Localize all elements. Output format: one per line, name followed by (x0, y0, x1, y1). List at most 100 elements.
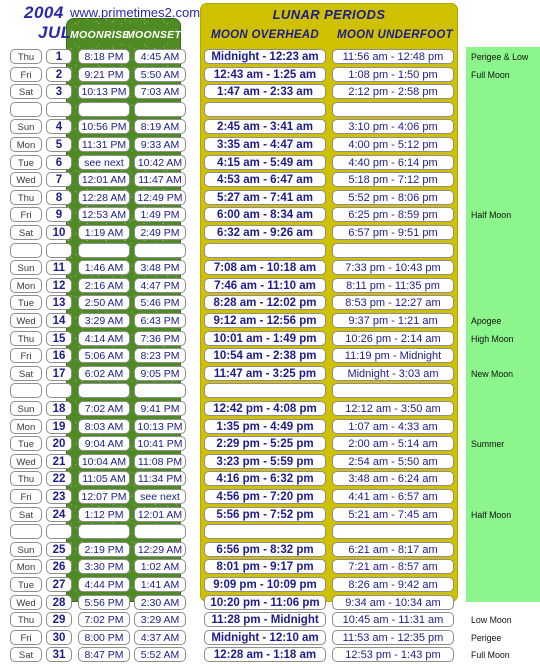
lunar-event-note: New Moon (471, 368, 514, 379)
moon-overhead-cell: 2:29 pm - 5:25 pm (204, 436, 326, 452)
moonset-time-cell: 11:34 PM (134, 471, 186, 487)
moonset-time-cell: 12:49 PM (134, 189, 186, 205)
moonset-time-cell: 11:08 PM (134, 453, 186, 469)
table-row: Thu 15 4:14 AM 7:36 PM 10:01 am - 1:49 pm 10:… (0, 330, 540, 348)
moon-overhead-cell: 6:00 am - 8:34 am (204, 207, 326, 223)
moon-overhead-cell: Midnight - 12:10 am (204, 629, 326, 645)
day-of-week-cell: Sat (10, 225, 42, 240)
table-row: Sun 18 7:02 AM 9:41 PM 12:42 pm - 4:08 pm 12:… (0, 400, 540, 418)
moonset-time-cell: 6:43 PM (134, 313, 186, 328)
moonrise-time-cell: 6:02 AM (78, 365, 130, 381)
moon-overhead-cell (204, 101, 326, 117)
moon-underfoot-cell: 3:10 pm - 4:06 pm (332, 119, 454, 135)
date-number-cell: 26 (46, 559, 72, 575)
lunar-event-note: Full Moon (471, 69, 510, 80)
table-row: Mon 19 8:03 AM 10:13 PM 1:35 pm - 4:49 pm 1:0… (0, 418, 540, 436)
moon-underfoot-cell: 6:25 pm - 8:59 pm (332, 207, 454, 223)
day-of-week-cell: Fri (10, 629, 42, 645)
moonrise-time-cell: 2:50 AM (78, 295, 130, 311)
moonset-time-cell (134, 383, 186, 399)
date-number-cell: 13 (46, 295, 72, 311)
moonset-time-cell: 10:42 AM (134, 154, 186, 170)
date-number-cell: 31 (46, 647, 72, 663)
moon-underfoot-cell: 5:52 pm - 8:06 pm (332, 189, 454, 205)
date-number-cell: 29 (46, 612, 72, 628)
date-number-cell: 18 (46, 401, 72, 416)
website-link[interactable]: www.primetimes2.com (70, 5, 200, 20)
moon-underfoot-cell: 5:21 am - 7:45 am (332, 506, 454, 522)
table-row: Fri 16 5:06 AM 8:23 PM 10:54 am - 2:38 pm 11:… (0, 347, 540, 365)
moonset-time-cell: 7:03 AM (134, 84, 186, 100)
moon-overhead-cell: 8:01 pm - 9:17 pm (204, 559, 326, 575)
day-of-week-cell: Sun (10, 119, 42, 135)
moon-underfoot-cell: 12:12 am - 3:50 am (332, 401, 454, 416)
moonset-time-cell: 9:41 PM (134, 401, 186, 416)
moonrise-time-cell: 3:30 PM (78, 559, 130, 575)
moonset-time-cell: 1:49 PM (134, 207, 186, 223)
day-of-week-cell: Mon (10, 418, 42, 434)
table-row: Wed 14 3:29 AM 6:43 PM 9:12 am - 12:56 pm 9:3… (0, 312, 540, 330)
moonrise-time-cell: 12:07 PM (78, 489, 130, 504)
date-number-cell: 8 (46, 189, 72, 205)
table-row: Sat 31 8:47 PM 5:52 AM 12:28 am - 1:18 am 12:… (0, 646, 540, 664)
day-of-week-cell: Tue (10, 577, 42, 592)
table-row: Sun 11 1:46 AM 3:48 PM 7:08 am - 10:18 am 7:3… (0, 259, 540, 277)
moon-underfoot-cell: 12:53 pm - 1:43 pm (332, 647, 454, 663)
lunar-event-note: Low Moon (471, 615, 512, 626)
day-of-week-cell: Thu (10, 49, 42, 64)
day-of-week-cell (10, 101, 42, 117)
date-number-cell: 14 (46, 313, 72, 328)
day-of-week-cell: Fri (10, 66, 42, 82)
moonset-time-cell: 8:23 PM (134, 348, 186, 364)
moon-underfoot-cell: 2:12 pm - 2:58 pm (332, 84, 454, 100)
moon-overhead-cell: 12:42 pm - 4:08 pm (204, 401, 326, 416)
table-row: Wed 28 5:56 PM 2:30 AM 10:20 pm - 11:06 pm 9:… (0, 594, 540, 612)
table-row: Sat 3 10:13 PM 7:03 AM 1:47 am - 2:33 am 2:12… (0, 83, 540, 101)
table-row: Sat 17 6:02 AM 9:05 PM 11:47 am - 3:25 pm Mid… (0, 365, 540, 383)
moonrise-time-cell: 10:56 PM (78, 119, 130, 135)
table-row: Sun 25 2:19 PM 12:29 AM 6:56 pm - 8:32 pm 6:2… (0, 541, 540, 559)
moon-overhead-cell: 10:01 am - 1:49 pm (204, 330, 326, 346)
date-number-cell: 19 (46, 418, 72, 434)
moon-underfoot-cell: 11:53 am - 12:35 pm (332, 629, 454, 645)
moonset-time-cell (134, 101, 186, 117)
moonrise-time-cell: 10:13 PM (78, 84, 130, 100)
table-row: Thu 22 11:05 AM 11:34 PM 4:16 pm - 6:32 pm 3:… (0, 470, 540, 488)
date-number-cell: 27 (46, 577, 72, 592)
date-number-cell: 24 (46, 506, 72, 522)
moonset-time-cell: 2:49 PM (134, 225, 186, 240)
date-number-cell (46, 101, 72, 117)
lunar-event-note: Summer (471, 439, 505, 450)
day-of-week-cell: Sun (10, 401, 42, 416)
table-row: Thu 29 7:02 PM 3:29 AM 11:28 pm - Midnight 10… (0, 611, 540, 629)
moonset-time-cell: 12:01 AM (134, 506, 186, 522)
moonrise-time-cell: 2:16 AM (78, 277, 130, 293)
moonrise-time-cell: 12:01 AM (78, 172, 130, 188)
week-separator-row (0, 101, 540, 119)
moon-overhead-cell: 4:15 am - 5:49 am (204, 154, 326, 170)
date-number-cell: 11 (46, 260, 72, 276)
moon-underfoot-cell: 7:33 pm - 10:43 pm (332, 260, 454, 276)
moon-overhead-cell: 9:09 pm - 10:09 pm (204, 577, 326, 592)
date-number-cell: 3 (46, 84, 72, 100)
moonset-time-cell: see next (134, 489, 186, 504)
moon-underfoot-cell: 7:21 am - 8:57 am (332, 559, 454, 575)
date-number-cell: 15 (46, 330, 72, 346)
moonrise-time-cell: 8:47 PM (78, 647, 130, 663)
moonset-time-cell: 5:52 AM (134, 647, 186, 663)
moonset-time-cell: 5:46 PM (134, 295, 186, 311)
moon-overhead-cell: 11:47 am - 3:25 pm (204, 365, 326, 381)
moon-underfoot-cell (332, 383, 454, 399)
moon-underfoot-cell (332, 524, 454, 540)
moonrise-time-cell: 9:04 AM (78, 436, 130, 452)
lunar-event-note: Full Moon (471, 650, 510, 661)
moonrise-time-cell (78, 383, 130, 399)
day-of-week-cell: Wed (10, 172, 42, 188)
moonrise-time-cell: 8:18 PM (78, 49, 130, 64)
moon-overhead-cell: 4:56 pm - 7:20 pm (204, 489, 326, 504)
date-number-cell: 12 (46, 277, 72, 293)
moonrise-time-cell: 7:02 PM (78, 612, 130, 628)
moonset-time-cell: 8:19 AM (134, 119, 186, 135)
moonrise-time-cell: 9:21 PM (78, 66, 130, 82)
moonrise-time-cell: 5:06 AM (78, 348, 130, 364)
